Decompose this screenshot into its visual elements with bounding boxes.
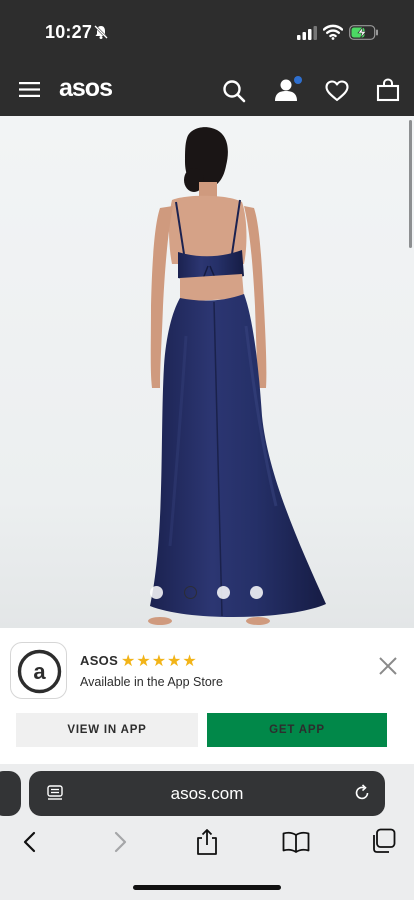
previous-tab-stub[interactable] bbox=[0, 771, 21, 816]
search-icon[interactable] bbox=[222, 79, 246, 103]
tabs-overview-icon[interactable] bbox=[370, 828, 396, 854]
back-arrow-icon[interactable] bbox=[21, 831, 39, 853]
bookmarks-icon[interactable] bbox=[282, 831, 310, 853]
product-image[interactable] bbox=[0, 116, 414, 628]
url-text: asos.com bbox=[170, 784, 244, 803]
wifi-icon bbox=[323, 24, 343, 40]
carousel-dots bbox=[150, 586, 270, 600]
asos-app-icon: a bbox=[10, 642, 67, 699]
product-photo bbox=[0, 116, 414, 628]
app-name: ASOS bbox=[80, 653, 119, 668]
carousel-dot[interactable] bbox=[217, 586, 230, 599]
share-icon[interactable] bbox=[194, 828, 220, 856]
reload-icon[interactable] bbox=[352, 783, 372, 803]
shopping-bag-icon[interactable] bbox=[376, 78, 400, 102]
browser-toolbar: asos.com bbox=[0, 764, 414, 900]
cellular-signal-icon bbox=[297, 26, 317, 40]
app-download-banner: a ASOS ★★★★★ Available in the App Store … bbox=[0, 628, 414, 764]
account-notification-badge bbox=[294, 76, 302, 84]
carousel-dot[interactable] bbox=[150, 586, 163, 599]
carousel-dot[interactable] bbox=[250, 586, 263, 599]
home-indicator bbox=[133, 885, 281, 890]
svg-text:a: a bbox=[33, 659, 46, 684]
address-bar[interactable]: asos.com bbox=[29, 771, 385, 816]
brand-logo[interactable]: asos bbox=[59, 74, 113, 103]
app-header: asos bbox=[0, 64, 414, 116]
forward-arrow-icon[interactable] bbox=[111, 831, 129, 853]
star-rating: ★★★★★ bbox=[121, 653, 198, 670]
view-in-app-button[interactable]: VIEW IN APP bbox=[16, 713, 198, 747]
close-icon[interactable] bbox=[378, 656, 398, 676]
bell-muted-icon bbox=[94, 25, 108, 39]
menu-icon[interactable] bbox=[19, 81, 40, 98]
scroll-indicator[interactable] bbox=[409, 120, 412, 248]
battery-charging-icon bbox=[349, 25, 378, 40]
wishlist-heart-icon[interactable] bbox=[325, 80, 349, 102]
carousel-dot-active[interactable] bbox=[184, 586, 197, 599]
status-bar: 10:27 bbox=[0, 0, 414, 64]
status-time: 10:27 bbox=[45, 22, 93, 42]
app-store-subtitle: Available in the App Store bbox=[80, 675, 223, 689]
get-app-button[interactable]: GET APP bbox=[207, 713, 387, 747]
